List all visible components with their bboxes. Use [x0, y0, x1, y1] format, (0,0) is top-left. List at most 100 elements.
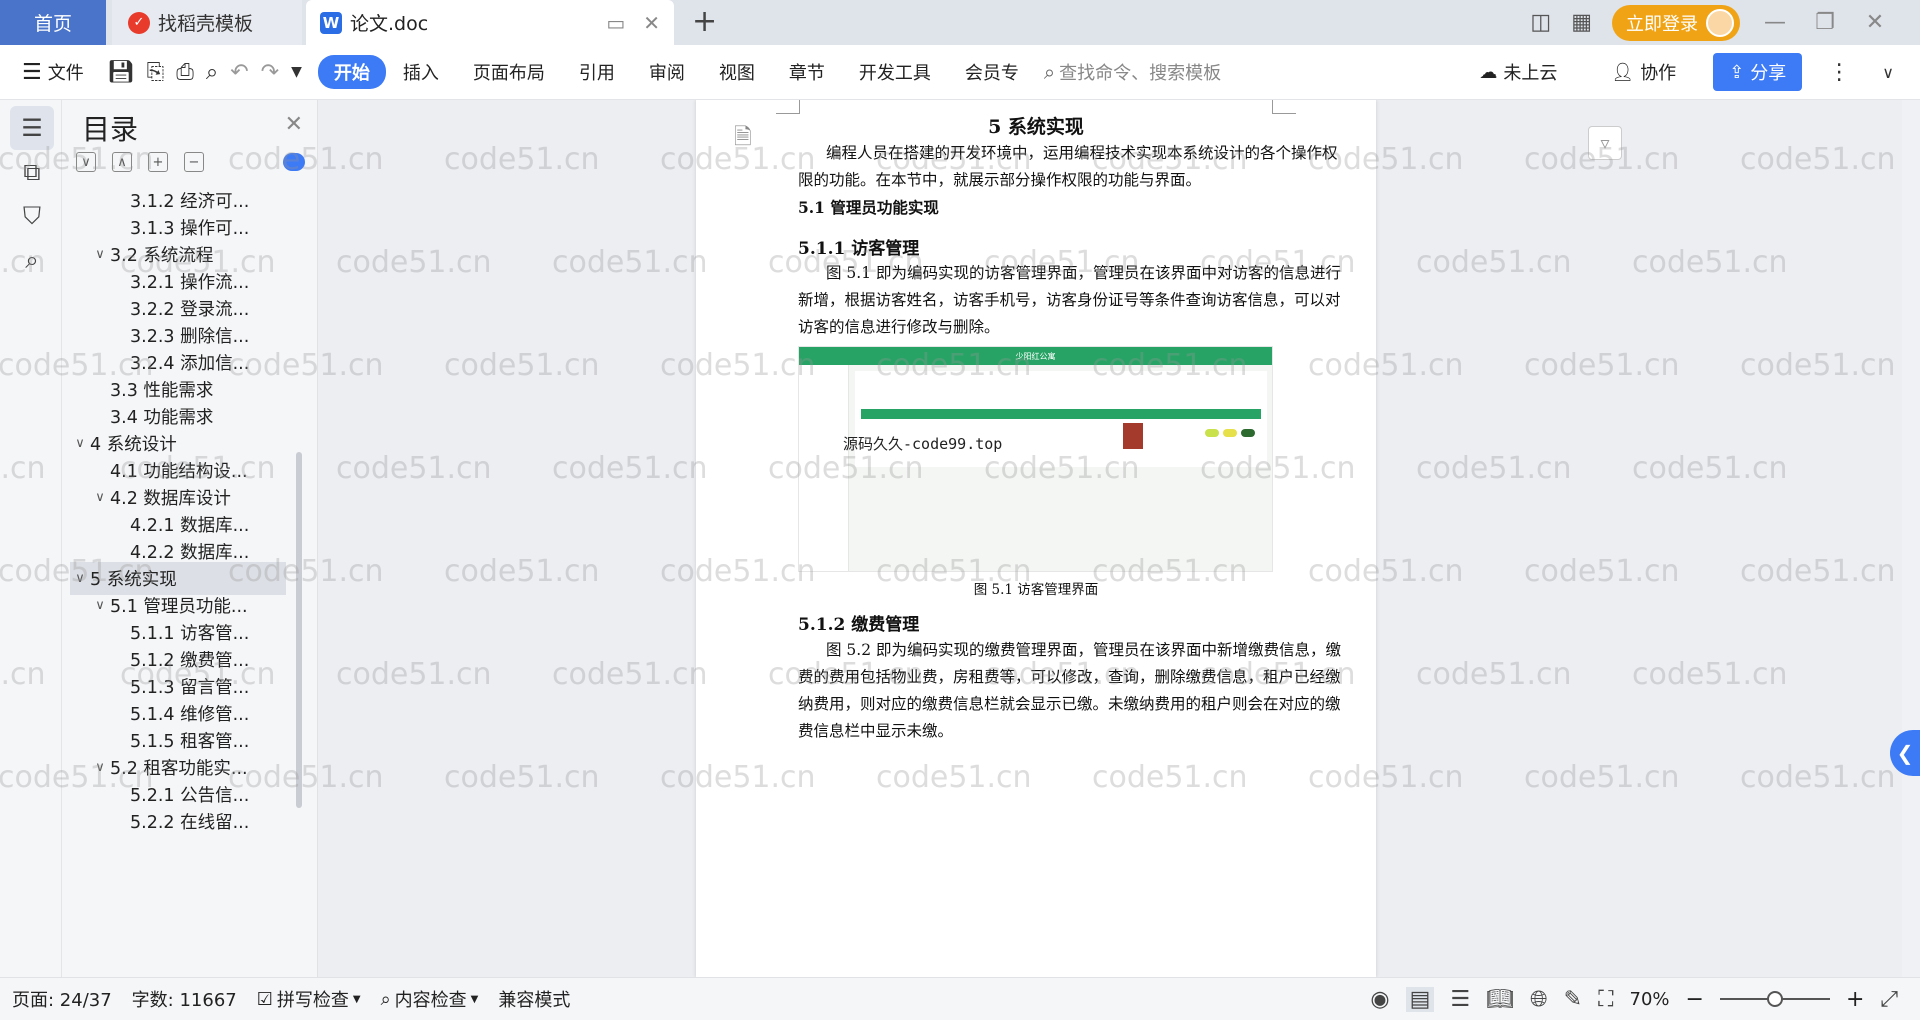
toc-item-label: 5.1.1 访客管...: [130, 624, 250, 644]
zoom-out-icon[interactable]: −: [1686, 987, 1704, 1012]
tab-section[interactable]: 章节: [772, 59, 842, 85]
more-options-icon[interactable]: ⋮: [1822, 60, 1856, 85]
reading-view-icon[interactable]: 📖︎: [1486, 987, 1514, 1012]
tab-document[interactable]: W 论文.doc ▭ ✕: [306, 0, 674, 45]
chevron-down-icon: ▼: [470, 993, 479, 1005]
toc-sync-toggle-icon[interactable]: [283, 153, 305, 171]
tab-bar: 首页 ✓ 找稻壳模板 W 论文.doc ▭ ✕ + ◫ ▦ 立即登录 — ❐ ✕: [0, 0, 1920, 45]
expand-all-icon[interactable]: ∨: [76, 152, 96, 172]
toc-list: 3.1.2 经济可... 3.1.3 操作可... ∨ 3.2 系统流程 3.2.1 操…: [70, 184, 292, 977]
more-dropdown-icon[interactable]: ▼: [285, 64, 308, 80]
page-tool-icon[interactable]: ▿: [1588, 126, 1622, 160]
toc-item-label: 3.2.4 添加信...: [130, 354, 250, 374]
toc-item[interactable]: 5.2.2 在线留...: [70, 805, 286, 838]
chevron-down-icon[interactable]: ∨: [70, 571, 90, 586]
redo-icon[interactable]: ↷: [255, 60, 285, 85]
document-canvas[interactable]: 🗎︎ 5 系统实现 编程人员在搭建的开发环境中，运用编程技术实现本系统设计的各个…: [318, 100, 1920, 977]
figure-button: [1241, 429, 1255, 437]
layout-icon[interactable]: ◫: [1530, 10, 1551, 35]
chevron-down-icon[interactable]: ∨: [90, 760, 110, 775]
find-icon[interactable]: ⌕: [10, 238, 54, 282]
collapse-ribbon-icon[interactable]: ∨: [1876, 63, 1900, 82]
file-menu[interactable]: ☰ 文件: [0, 59, 101, 85]
toc-item-label: 3.2 系统流程: [110, 246, 214, 266]
toc-item-label: 3.3 性能需求: [110, 381, 214, 401]
zoom-slider[interactable]: [1719, 991, 1830, 1007]
apps-grid-icon[interactable]: ▦: [1571, 10, 1592, 35]
tab-insert[interactable]: 插入: [386, 59, 456, 85]
new-tab-button[interactable]: +: [692, 7, 717, 37]
print-preview-icon[interactable]: ⌕: [200, 60, 224, 85]
share-button[interactable]: ⇪ 分享: [1713, 53, 1803, 91]
restore-icon[interactable]: ❐: [1810, 10, 1840, 35]
chevron-down-icon[interactable]: ∨: [90, 247, 110, 262]
toc-item-label: 5.1 管理员功能...: [110, 597, 248, 617]
content-check-button[interactable]: ⌕ 内容检查 ▼: [371, 986, 489, 1012]
tab-start[interactable]: 开始: [317, 55, 386, 89]
tab-page-layout[interactable]: 页面布局: [456, 59, 562, 85]
figure-table-header: [861, 409, 1261, 419]
toc-scrollbar[interactable]: [296, 452, 302, 808]
toc-item-label: 5 系统实现: [90, 570, 177, 590]
search-icon: ⌕: [1043, 60, 1056, 84]
write-mode-icon[interactable]: ✎: [1564, 987, 1582, 1012]
save-icon[interactable]: 💾︎: [101, 60, 141, 85]
command-search[interactable]: ⌕ 查找命令、搜索模板: [1044, 59, 1221, 85]
minimize-icon[interactable]: —: [1760, 10, 1790, 35]
ribbon-toolbar: ☰ 文件 💾︎ ⎘ ⎙ ⌕ ↶ ↷ ▼ 开始 插入 页面布局 引用 审阅 视图 …: [0, 45, 1920, 100]
toc-item-label: 5.2.1 公告信...: [130, 786, 250, 806]
spell-check-button[interactable]: ☑ 拼写检查 ▼: [247, 986, 371, 1012]
figure-screenshot[interactable]: 少阳红公寓 源码久久-code99.top: [798, 346, 1273, 572]
chapter-nav-icon[interactable]: ⧉: [10, 150, 54, 194]
figure-sidebar: [799, 365, 849, 571]
document-page[interactable]: 🗎︎ 5 系统实现 编程人员在搭建的开发环境中，运用编程技术实现本系统设计的各个…: [696, 100, 1376, 977]
close-icon[interactable]: ✕: [285, 112, 303, 137]
vertical-scrollbar[interactable]: [1902, 100, 1920, 977]
toc-item-label: 5.2.2 在线留...: [130, 813, 250, 833]
eye-protection-icon[interactable]: ◉: [1370, 987, 1389, 1012]
cloud-status[interactable]: ☁ 未上云: [1462, 59, 1574, 85]
fullscreen-icon[interactable]: ⤢: [1880, 987, 1898, 1012]
zoom-slider-knob[interactable]: [1766, 991, 1783, 1007]
close-window-icon[interactable]: ✕: [1860, 10, 1890, 35]
paragraph-line: 纳费用，则对应的缴费信息栏就会显示已缴。未缴纳费用的租户则会在对应的缴: [798, 695, 1341, 713]
collab-button[interactable]: 👤︎ 协作: [1594, 59, 1693, 85]
zoom-in-icon[interactable]: +: [1846, 987, 1864, 1012]
toc-item-label: 5.1.4 维修管...: [130, 705, 250, 725]
chevron-down-icon[interactable]: ∨: [90, 490, 110, 505]
spell-check-label: 拼写检查: [276, 990, 349, 1011]
tab-member[interactable]: 会员专: [948, 59, 1036, 85]
cloud-label: 未上云: [1503, 63, 1558, 84]
chapter-title: 5 系统实现: [988, 116, 1084, 138]
tab-templates-label: 找稻壳模板: [158, 13, 254, 35]
bookmark-icon[interactable]: ⛉: [10, 194, 54, 238]
web-view-icon[interactable]: 🌐︎: [1530, 987, 1548, 1012]
chevron-down-icon[interactable]: ∨: [90, 598, 110, 613]
paragraph-line: 新增，根据访客姓名，访客手机号，访客身份证号等条件查询访客信息，可以对: [798, 291, 1341, 309]
word-count[interactable]: 字数: 11667: [122, 986, 247, 1012]
user-plus-icon: 👤︎: [1611, 61, 1635, 83]
remove-heading-icon[interactable]: −: [184, 152, 204, 172]
tab-view[interactable]: 视图: [702, 59, 772, 85]
add-heading-icon[interactable]: +: [148, 152, 168, 172]
login-button[interactable]: 立即登录: [1612, 4, 1740, 41]
close-tab-icon[interactable]: ✕: [643, 11, 660, 35]
tab-templates[interactable]: ✓ 找稻壳模板: [112, 0, 302, 45]
chevron-down-icon[interactable]: ∨: [70, 436, 90, 451]
export-icon[interactable]: ⎘: [141, 60, 171, 85]
undo-icon[interactable]: ↶: [224, 60, 254, 85]
figure-app-header: 少阳红公寓: [799, 347, 1272, 365]
outline-view-icon[interactable]: ☰: [1450, 987, 1470, 1012]
toc-panel-icon[interactable]: ☰: [10, 106, 54, 150]
pin-window-icon[interactable]: ▭: [606, 11, 625, 35]
zoom-level[interactable]: 70%: [1630, 989, 1670, 1010]
print-icon[interactable]: ⎙: [170, 60, 200, 85]
tab-home[interactable]: 首页: [0, 0, 106, 45]
collapse-all-icon[interactable]: ∧: [112, 152, 132, 172]
tab-references[interactable]: 引用: [562, 59, 632, 85]
page-indicator[interactable]: 页面: 24/37: [0, 986, 122, 1012]
tab-developer[interactable]: 开发工具: [842, 59, 948, 85]
fit-page-icon[interactable]: ⛶: [1598, 987, 1613, 1012]
page-view-icon[interactable]: ▤: [1405, 986, 1435, 1012]
tab-review[interactable]: 审阅: [632, 59, 702, 85]
